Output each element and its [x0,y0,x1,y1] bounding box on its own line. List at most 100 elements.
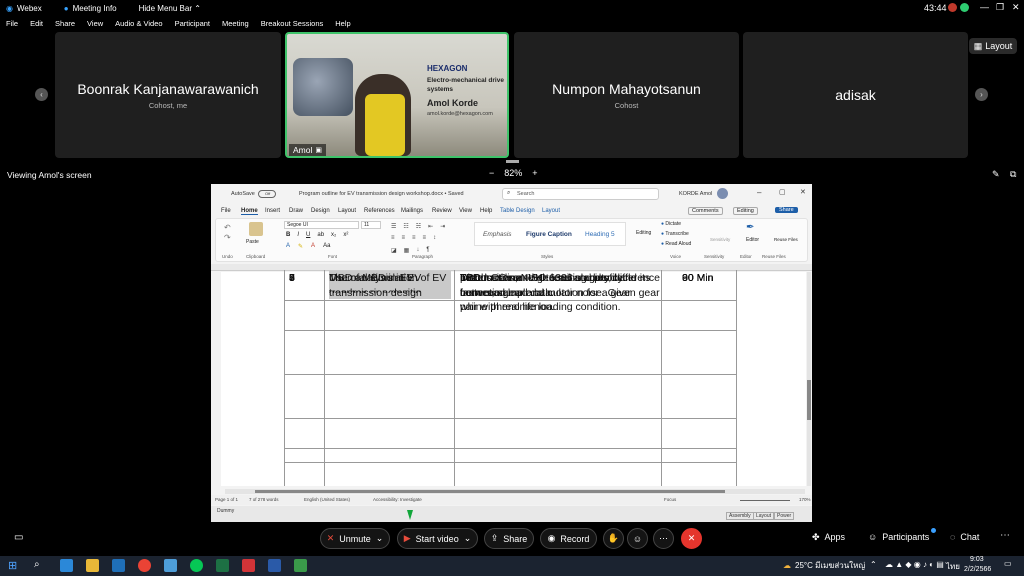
doc-title[interactable]: Program outline for EV transmission desi… [299,191,464,197]
tab-review[interactable]: Review [432,208,452,214]
chevron-up-icon[interactable]: ⌃ [870,560,877,569]
resize-handle[interactable] [506,160,519,163]
font-name-select[interactable]: Segoe UI [284,221,359,229]
windows-start-icon[interactable]: ⊞ [8,559,17,572]
menu-view[interactable]: View [87,19,103,28]
superscript-icon[interactable]: x² [343,232,348,238]
duration-cell[interactable]: 90 Min [682,271,732,293]
tab-table-design[interactable]: Table Design [500,208,535,214]
edge-icon[interactable] [60,559,73,572]
app-icon[interactable] [164,559,177,572]
participant-tile-boonrak[interactable]: Boonrak Kanjanawarawanich Cohost, me [55,32,281,158]
reactions-button[interactable]: ☺ [627,528,648,549]
menu-audio-video[interactable]: Audio & Video [115,19,162,28]
unmute-button[interactable]: ✕ Unmute ⌄ [320,528,390,549]
read-aloud-button[interactable]: ● Read Aloud [661,241,691,247]
numbering-icon[interactable]: ☷ [403,223,408,230]
zoom-out-button[interactable]: − [489,168,494,178]
menu-participant[interactable]: Participant [175,19,210,28]
zoom-in-button[interactable]: + [532,168,537,178]
language-indicator[interactable]: ไทย [946,560,960,573]
tab-view[interactable]: View [459,208,472,214]
tab-insert[interactable]: Insert [265,208,280,214]
close-icon[interactable]: ✕ [1012,2,1020,13]
row-number[interactable]: 9 [289,271,319,293]
participants-button[interactable]: ☺ Participants [868,532,929,542]
underline-icon[interactable]: U [306,232,310,238]
zoom-slider[interactable] [740,500,790,501]
chat-button[interactable]: ◌ Chat [950,532,979,542]
bullets-icon[interactable]: ☰ [391,223,396,230]
pilcrow-icon[interactable]: ¶ [426,247,429,254]
next-participants-button[interactable]: › [975,88,988,101]
font-size-select[interactable]: 11 [361,221,381,229]
apps-button[interactable]: ✤ Apps [812,532,845,543]
tab-file[interactable]: File [221,208,231,214]
paste-icon[interactable] [249,222,263,236]
share-button[interactable]: ⇪ Share [484,528,534,549]
case-icon[interactable]: Aa [323,243,330,250]
webex-taskbar-icon[interactable] [268,559,281,572]
tab-design[interactable]: Design [311,208,330,214]
sort-icon[interactable]: ↓ [416,247,419,254]
word-share-button[interactable]: Share [775,207,798,213]
vertical-scrollbar[interactable] [807,272,811,486]
comments-button[interactable]: Comments [688,207,723,215]
topic-cell[interactable]: Thermal simulation of EV gearbox or acou… [329,271,451,293]
shading-icon[interactable]: ◪ [391,247,397,254]
tab-home[interactable]: Home [241,208,258,215]
editing-mode-button[interactable]: Editing [733,207,758,215]
maximize-icon[interactable]: ▢ [779,188,786,196]
captions-icon[interactable]: ▭ [14,532,23,543]
chrome-icon[interactable] [138,559,151,572]
scroll-thumb[interactable] [807,380,811,420]
style-heading-5[interactable]: Heading 5 [585,231,615,238]
tab-layout[interactable]: Layout [338,208,356,214]
weather-widget[interactable]: ☁ 25°C มีเมฆส่วนใหญ่ [783,559,865,572]
indent-icon[interactable]: ⇤ [428,223,433,230]
record-button[interactable]: ◉ Record [540,528,597,549]
dictate-button[interactable]: ● Dictate [661,221,681,227]
assembly-tab[interactable]: Assembly [726,512,754,520]
tab-help[interactable]: Help [480,208,492,214]
undo-icon[interactable]: ↶ [224,223,231,232]
more-options-button[interactable]: ⋯ [653,528,674,549]
search-icon[interactable]: ⌕ [34,559,40,570]
maximize-icon[interactable]: ❐ [996,2,1004,13]
line-icon[interactable] [190,559,203,572]
app-icon[interactable] [294,559,307,572]
align-right-icon[interactable]: ≡ [412,235,416,241]
multilevel-icon[interactable]: ☵ [416,223,421,230]
bold-icon[interactable]: B [286,232,290,238]
accessibility[interactable]: Accessibility: Investigate [373,497,422,502]
menu-share[interactable]: Share [55,19,75,28]
meeting-info-button[interactable]: ● Meeting Info [64,4,117,13]
menu-file[interactable]: File [6,19,18,28]
user-avatar[interactable] [717,188,728,199]
annotate-icon[interactable]: ✎ [992,169,1000,180]
line-spacing-icon[interactable]: ↕ [433,235,436,241]
notification-icon[interactable]: ▭ [1004,559,1012,568]
outdent-icon[interactable]: ⇥ [440,223,445,230]
leave-meeting-button[interactable]: ✕ [681,528,702,549]
clock-time[interactable]: 9:03 [970,556,984,563]
strike-icon[interactable]: ab [317,232,324,238]
participant-tile-adisak[interactable]: adisak [743,32,968,158]
power-tab[interactable]: Power [774,512,795,520]
menu-help[interactable]: Help [335,19,350,28]
minimize-icon[interactable]: – [757,188,761,197]
focus-mode[interactable]: Focus [664,497,676,502]
acrobat-icon[interactable] [242,559,255,572]
autosave-toggle[interactable]: Off [258,190,276,198]
sensitivity-button[interactable]: Sensitivity [710,237,730,242]
close-icon[interactable]: ✕ [800,188,806,196]
tab-table-layout[interactable]: Layout [542,208,560,214]
tray-icons[interactable]: ☁ ▲ ◆ ◉ ♪ ◐ ▤ [885,560,944,569]
hscroll-thumb[interactable] [255,490,725,493]
webex-app[interactable]: ◉ Webex [6,4,42,13]
reuse-files-button[interactable]: Reuse Files [774,237,798,242]
menu-edit[interactable]: Edit [30,19,43,28]
align-center-icon[interactable]: ≡ [402,235,406,241]
justify-icon[interactable]: ≡ [423,235,427,241]
prev-participants-button[interactable]: ‹ [35,88,48,101]
